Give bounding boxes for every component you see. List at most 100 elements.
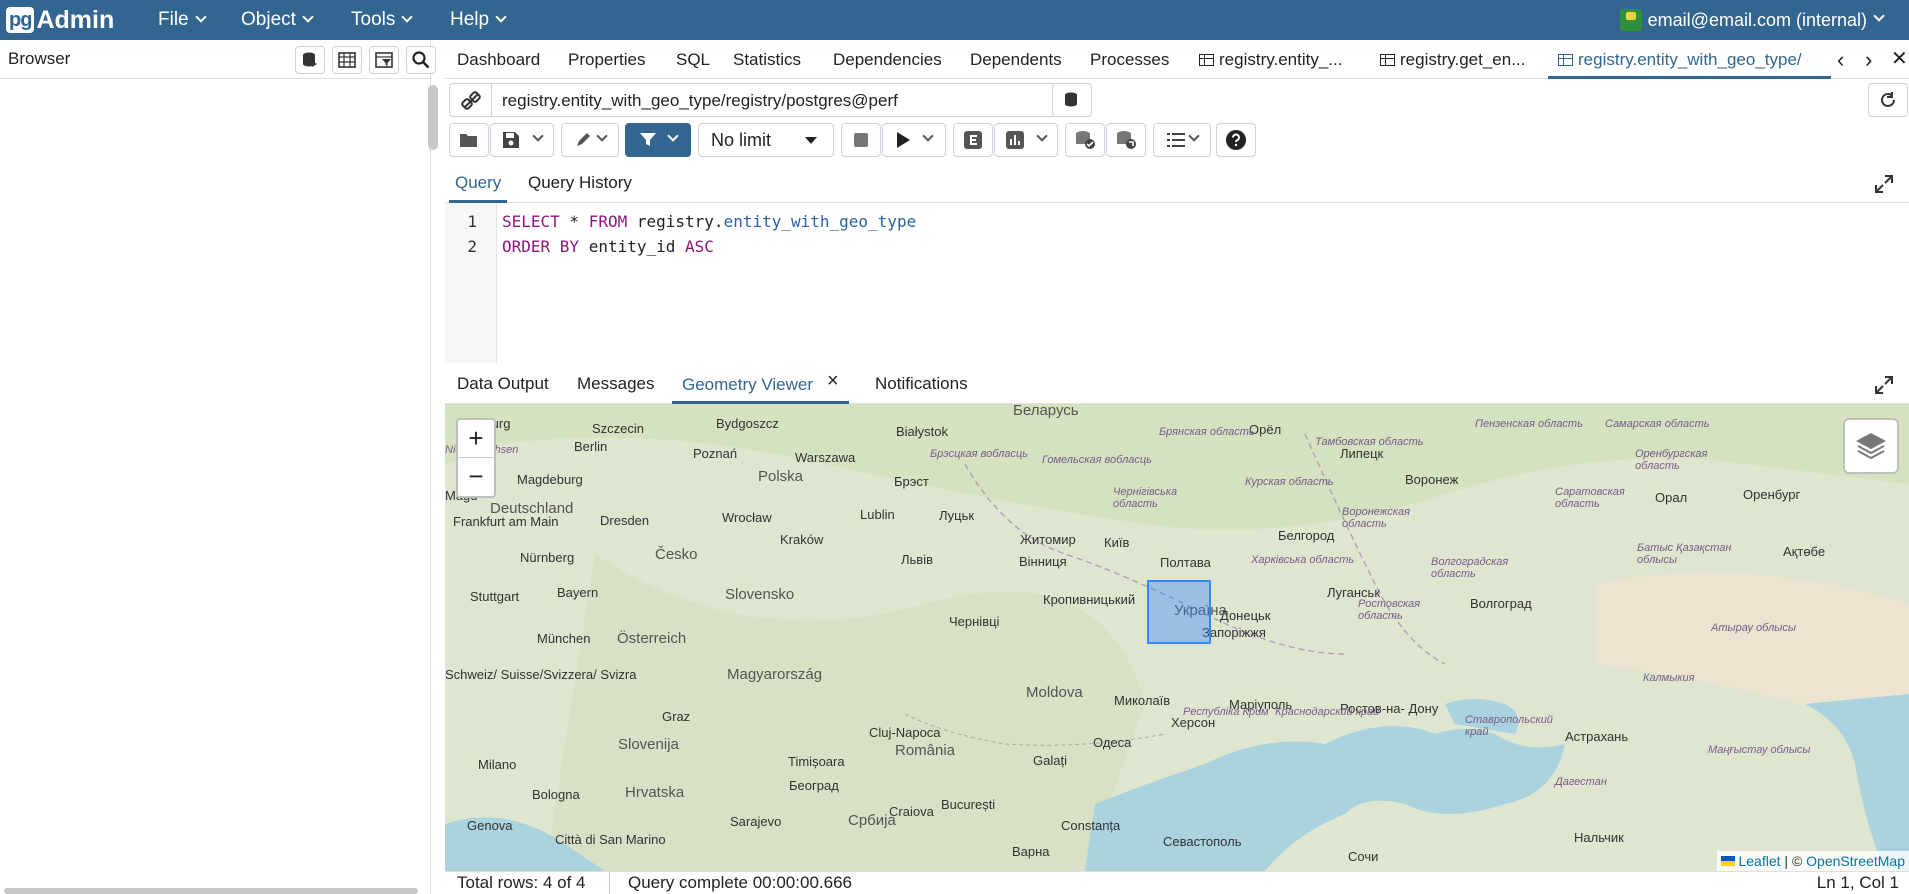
rollback-button[interactable] (1106, 123, 1146, 157)
logo-admin: Admin (36, 5, 115, 34)
geometry-map[interactable]: HamburgSzczecinBydgoszczBiałystokБеларус… (445, 404, 1909, 871)
object-explorer-button[interactable] (295, 46, 325, 74)
tab-query[interactable]: Query (449, 165, 508, 203)
code-line: ORDER BY entity_id ASC (502, 237, 714, 256)
new-connection-button[interactable] (1052, 83, 1092, 117)
maximize-icon[interactable] (1875, 175, 1893, 193)
view-data-button[interactable] (332, 46, 362, 74)
filtered-rows-button[interactable] (369, 46, 399, 74)
macros-button[interactable] (1153, 123, 1211, 157)
tab-notifications[interactable]: Notifications (875, 366, 968, 404)
zoom-out-button[interactable]: − (458, 458, 494, 496)
menu-object[interactable]: Object (241, 0, 314, 40)
tab-query-history[interactable]: Query History (528, 165, 632, 203)
tab-data-output[interactable]: Data Output (457, 366, 549, 404)
browser-horizontal-scrollbar[interactable] (4, 888, 418, 894)
tab-scroll-right[interactable]: › (1865, 40, 1872, 79)
chevron-down-icon (596, 130, 608, 142)
edit-button[interactable] (561, 123, 619, 157)
geometry-polygon[interactable] (1147, 580, 1211, 644)
menu-tools[interactable]: Tools (351, 0, 414, 40)
tab-query-get-entity[interactable]: registry.get_en... (1380, 40, 1525, 79)
search-objects-button[interactable] (406, 46, 436, 74)
ukraine-flag-icon (1721, 856, 1736, 866)
tab-statistics[interactable]: Statistics (733, 40, 801, 79)
save-file-button[interactable] (490, 123, 554, 157)
tab-processes[interactable]: Processes (1090, 40, 1169, 79)
map-region-label: Брянская область (1159, 426, 1255, 438)
chart-icon (1006, 131, 1024, 149)
chevron-left-icon: ‹ (1837, 47, 1845, 72)
map-place-label: Česko (655, 546, 698, 563)
total-rows: Total rows: 4 of 4 (457, 873, 586, 892)
table-icon (1380, 54, 1395, 66)
maximize-icon[interactable] (1875, 376, 1893, 394)
map-place-label: Полтава (1160, 555, 1211, 570)
tab-sql[interactable]: SQL (676, 40, 710, 79)
map-place-label: Schweiz/ Suisse/Svizzera/ Svizra (445, 667, 637, 682)
help-icon (1226, 130, 1246, 150)
open-file-button[interactable] (449, 123, 489, 157)
tab-dashboard[interactable]: Dashboard (457, 40, 540, 79)
layers-control-button[interactable] (1843, 418, 1899, 474)
help-button[interactable] (1216, 123, 1256, 157)
layers-icon (1856, 433, 1886, 460)
map-place-label: Wrocław (722, 510, 772, 525)
connection-selector[interactable]: registry.entity_with_geo_type/registry/p… (449, 83, 1092, 117)
reset-layout-button[interactable] (1868, 83, 1908, 117)
map-region-label: Гомельская вобласць (1042, 454, 1152, 466)
connection-status-icon (461, 91, 481, 110)
main-tab-strip: Dashboard Properties SQL Statistics Depe… (445, 40, 1909, 79)
map-place-label: Szczecin (592, 421, 645, 436)
menu-help[interactable]: Help (450, 0, 507, 40)
map-place-label: Сочи (1348, 849, 1379, 864)
tab-query-entity[interactable]: registry.entity_... (1199, 40, 1342, 79)
stop-button[interactable] (841, 123, 881, 157)
tab-geometry-viewer[interactable]: Geometry Viewer × (672, 366, 849, 404)
divider (491, 84, 492, 116)
map-place-label: Нальчик (1574, 830, 1624, 845)
close-icon: ✕ (1891, 48, 1908, 70)
filter-button[interactable] (625, 123, 691, 157)
zoom-in-button[interactable]: + (458, 420, 494, 458)
sql-keyword: ORDER BY (502, 237, 580, 256)
browser-vertical-scrollbar[interactable] (428, 85, 438, 150)
tab-close-button[interactable]: ✕ (1891, 40, 1909, 79)
chevron-right-icon: › (1865, 47, 1873, 72)
map-place-label: Львів (901, 552, 934, 567)
explain-button[interactable] (953, 123, 993, 157)
tab-properties[interactable]: Properties (568, 40, 645, 79)
tab-messages[interactable]: Messages (577, 366, 654, 404)
tab-dependencies[interactable]: Dependencies (833, 40, 942, 79)
database-icon (1065, 92, 1077, 107)
map-region-label: Брэсцкая вобласць (930, 448, 1029, 460)
search-icon (412, 51, 430, 69)
execute-button[interactable] (882, 123, 946, 157)
attribution-separator: | © (1780, 853, 1807, 869)
leaflet-link[interactable]: Leaflet (1738, 853, 1780, 869)
sql-keyword: SELECT (502, 212, 560, 231)
database-icon (303, 52, 317, 67)
top-menu-bar: pg Admin File Object Tools Help email@em… (0, 0, 1909, 40)
user-menu[interactable]: email@email.com (internal) (1619, 0, 1885, 40)
sql-editor[interactable]: 1 2 SELECT * FROM registry.entity_with_g… (445, 203, 1909, 363)
map-place-label: Cluj-Napoca (869, 725, 941, 740)
line-number-gutter: 1 2 (445, 203, 497, 363)
osm-link[interactable]: OpenStreetMap (1806, 853, 1905, 869)
tab-dependents[interactable]: Dependents (970, 40, 1062, 79)
explain-icon (964, 131, 982, 149)
map-place-label: Constanța (1061, 818, 1121, 833)
close-icon[interactable]: × (827, 370, 839, 392)
tab-scroll-left[interactable]: ‹ (1837, 40, 1844, 79)
row-limit-select[interactable]: No limit (698, 123, 834, 157)
map-place-label: Milano (478, 757, 517, 772)
map-region-label: Воронежская область (1342, 506, 1410, 530)
map-attribution: Leaflet | © OpenStreetMap (1717, 851, 1909, 871)
chevron-down-icon (1188, 130, 1200, 142)
chevron-down-icon (1036, 130, 1048, 142)
explain-analyze-button[interactable] (994, 123, 1058, 157)
menu-file[interactable]: File (158, 0, 207, 40)
commit-button[interactable] (1065, 123, 1105, 157)
tab-query-entity-with-geo-type[interactable]: registry.entity_with_geo_type/ (1548, 40, 1831, 79)
map-region-label: Ставропольский край (1465, 714, 1553, 738)
